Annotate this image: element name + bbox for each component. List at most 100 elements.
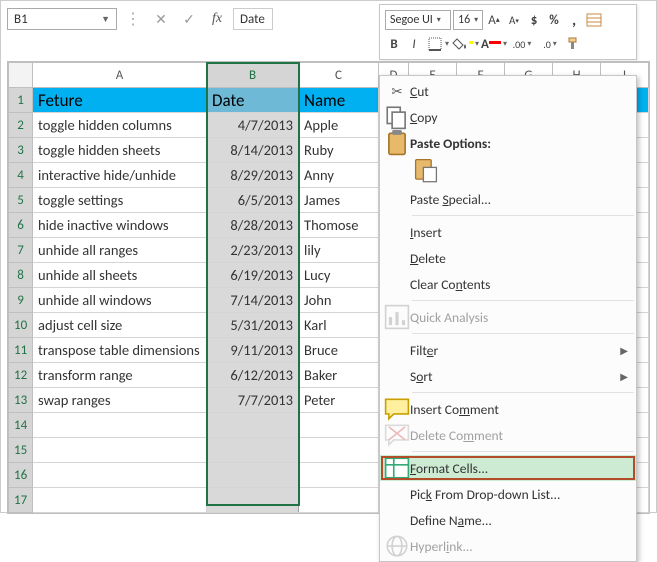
- cell[interactable]: 6/19/2013: [207, 263, 299, 288]
- row-header[interactable]: 6: [9, 213, 33, 238]
- format-painter-icon[interactable]: [565, 34, 583, 54]
- ctx-insert-comment[interactable]: Insert Comment: [380, 396, 636, 422]
- cell[interactable]: [33, 463, 207, 488]
- decimal-decrease-icon[interactable]: .00: [509, 34, 535, 54]
- cell[interactable]: transform range: [33, 363, 207, 388]
- row-header[interactable]: 1: [9, 88, 33, 113]
- col-header-a[interactable]: A: [33, 63, 207, 88]
- ctx-format-cells[interactable]: Format Cells...: [380, 455, 636, 481]
- ctx-delete[interactable]: Delete: [380, 245, 636, 271]
- cell[interactable]: 9/11/2013: [207, 338, 299, 363]
- row-header[interactable]: 4: [9, 163, 33, 188]
- paste-default-icon[interactable]: [412, 157, 440, 183]
- row-header[interactable]: 2: [9, 113, 33, 138]
- currency-icon[interactable]: $: [525, 10, 543, 30]
- cell[interactable]: adjust cell size: [33, 313, 207, 338]
- cell[interactable]: swap ranges: [33, 388, 207, 413]
- cell[interactable]: Feture: [33, 88, 207, 113]
- ctx-filter[interactable]: Filter ▶: [380, 337, 636, 363]
- font-family-combo[interactable]: Segoe UI ▾: [385, 10, 451, 30]
- row-header[interactable]: 15: [9, 438, 33, 463]
- decimal-increase-icon[interactable]: .0: [537, 34, 563, 54]
- ctx-insert[interactable]: Insert: [380, 219, 636, 245]
- cell[interactable]: John: [299, 288, 379, 313]
- enter-icon[interactable]: ✓: [177, 8, 201, 30]
- cell[interactable]: Thomose: [299, 213, 379, 238]
- cell[interactable]: 8/29/2013: [207, 163, 299, 188]
- cell[interactable]: Bruce: [299, 338, 379, 363]
- cell[interactable]: [207, 438, 299, 463]
- row-header[interactable]: 11: [9, 338, 33, 363]
- ctx-pick-list[interactable]: Pick From Drop-down List...: [380, 481, 636, 507]
- col-header-c[interactable]: C: [299, 63, 379, 88]
- cell[interactable]: [33, 413, 207, 438]
- row-header[interactable]: 5: [9, 188, 33, 213]
- cell[interactable]: James: [299, 188, 379, 213]
- cell[interactable]: Name: [299, 88, 379, 113]
- cell[interactable]: [33, 438, 207, 463]
- cell[interactable]: interactive hide/unhide: [33, 163, 207, 188]
- row-header[interactable]: 16: [9, 463, 33, 488]
- cell[interactable]: Anny: [299, 163, 379, 188]
- font-size-combo[interactable]: 16 ▾: [453, 10, 483, 30]
- cell[interactable]: 8/28/2013: [207, 213, 299, 238]
- decrease-font-icon[interactable]: A▾: [505, 10, 523, 30]
- cell[interactable]: [207, 413, 299, 438]
- cell[interactable]: unhide all windows: [33, 288, 207, 313]
- row-header[interactable]: 17: [9, 488, 33, 513]
- cell[interactable]: [299, 463, 379, 488]
- cell[interactable]: [207, 488, 299, 513]
- cell[interactable]: 8/14/2013: [207, 138, 299, 163]
- cell[interactable]: 5/31/2013: [207, 313, 299, 338]
- cell[interactable]: 6/12/2013: [207, 363, 299, 388]
- cell[interactable]: toggle settings: [33, 188, 207, 213]
- name-box[interactable]: B1 ▼: [7, 8, 117, 30]
- cell[interactable]: Apple: [299, 113, 379, 138]
- ctx-define-name[interactable]: Define Name...: [380, 507, 636, 533]
- cancel-icon[interactable]: ✕: [149, 8, 173, 30]
- cell[interactable]: hide inactive windows: [33, 213, 207, 238]
- cell[interactable]: Peter: [299, 388, 379, 413]
- cell[interactable]: [299, 488, 379, 513]
- ctx-cut[interactable]: ✂ Cut: [380, 78, 636, 104]
- comma-icon[interactable]: ,: [565, 10, 583, 30]
- cell[interactable]: transpose table dimensions: [33, 338, 207, 363]
- row-header[interactable]: 13: [9, 388, 33, 413]
- cell[interactable]: 6/5/2013: [207, 188, 299, 213]
- cell[interactable]: unhide all sheets: [33, 263, 207, 288]
- col-header-b[interactable]: B: [207, 63, 299, 88]
- format-table-icon[interactable]: [585, 10, 603, 30]
- cell[interactable]: Date: [207, 88, 299, 113]
- cell[interactable]: Ruby: [299, 138, 379, 163]
- italic-icon[interactable]: I: [405, 34, 423, 54]
- row-header[interactable]: 8: [9, 263, 33, 288]
- cell[interactable]: unhide all ranges: [33, 238, 207, 263]
- cell[interactable]: toggle hidden columns: [33, 113, 207, 138]
- select-all-corner[interactable]: [9, 63, 33, 88]
- cell[interactable]: [207, 463, 299, 488]
- cell[interactable]: toggle hidden sheets: [33, 138, 207, 163]
- font-color-icon[interactable]: A: [481, 34, 507, 54]
- row-header[interactable]: 10: [9, 313, 33, 338]
- row-header[interactable]: 12: [9, 363, 33, 388]
- cell[interactable]: [299, 438, 379, 463]
- formula-input[interactable]: Date: [233, 8, 273, 30]
- border-icon[interactable]: [425, 34, 451, 54]
- row-header[interactable]: 9: [9, 288, 33, 313]
- cell[interactable]: 7/14/2013: [207, 288, 299, 313]
- row-header[interactable]: 14: [9, 413, 33, 438]
- ctx-clear-contents[interactable]: Clear Contents: [380, 271, 636, 297]
- cell[interactable]: [33, 488, 207, 513]
- ctx-copy[interactable]: Copy: [380, 104, 636, 130]
- bold-icon[interactable]: B: [385, 34, 403, 54]
- ctx-sort[interactable]: Sort ▶: [380, 363, 636, 389]
- increase-font-icon[interactable]: A▴: [485, 10, 503, 30]
- cell[interactable]: Karl: [299, 313, 379, 338]
- cell[interactable]: [299, 413, 379, 438]
- fill-color-icon[interactable]: [453, 34, 479, 54]
- row-header[interactable]: 7: [9, 238, 33, 263]
- row-header[interactable]: 3: [9, 138, 33, 163]
- cell[interactable]: lily: [299, 238, 379, 263]
- cell[interactable]: 4/7/2013: [207, 113, 299, 138]
- percent-icon[interactable]: %: [545, 10, 563, 30]
